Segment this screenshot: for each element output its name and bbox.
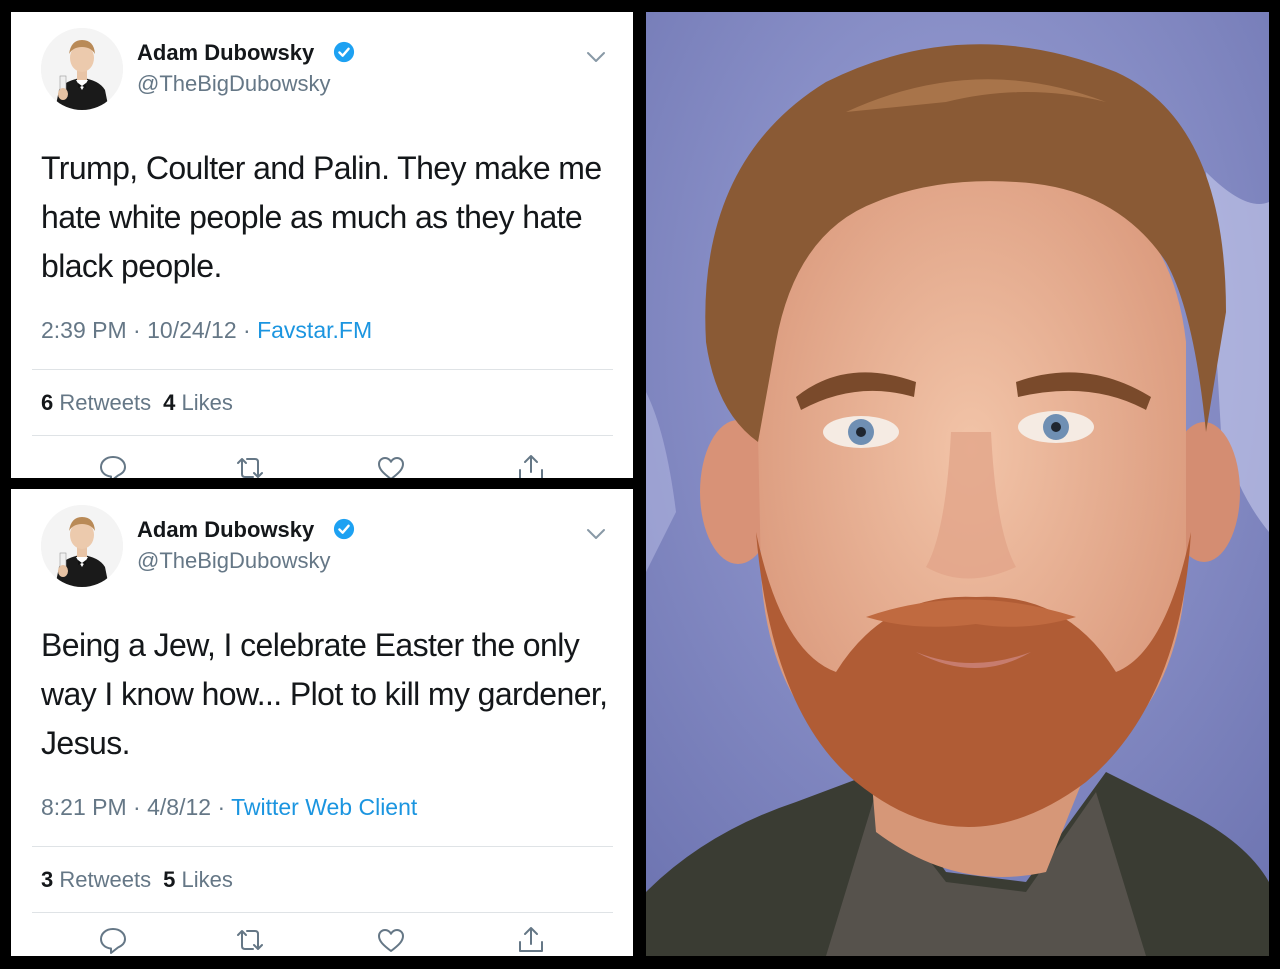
like-count: 4 [163,390,176,415]
meta-separator: · [236,317,258,343]
tweet-source-link[interactable]: Favstar.FM [257,317,372,343]
retweets-label: Retweets [59,390,152,415]
likes-label: Likes [181,867,233,892]
tweet-meta: 8:21 PM · 4/8/12 · Twitter Web Client [41,794,417,821]
display-name[interactable]: Adam Dubowsky [137,40,314,66]
likes-stat[interactable]: 4 Likes [163,390,233,415]
reply-icon[interactable] [97,452,129,478]
heart-icon[interactable] [375,924,407,956]
tweet-time[interactable]: 8:21 PM [41,794,127,820]
reply-icon[interactable] [97,924,129,956]
retweets-stat[interactable]: 6 Retweets [41,390,151,415]
meta-separator: · [126,794,148,820]
tweet-text: Being a Jew, I celebrate Easter the only… [41,627,608,761]
display-name[interactable]: Adam Dubowsky [137,517,314,543]
user-handle[interactable]: @TheBigDubowsky [137,71,331,97]
divider [32,846,613,847]
avatar[interactable] [41,28,123,110]
verified-badge-icon [333,41,355,63]
divider [32,369,613,370]
tweet-date[interactable]: 4/8/12 [147,794,211,820]
divider [32,435,613,436]
like-count: 5 [163,867,176,892]
tweet-time[interactable]: 2:39 PM [41,317,127,343]
share-icon[interactable] [515,452,547,478]
retweet-icon[interactable] [234,452,266,478]
divider [32,912,613,913]
tweet-date[interactable]: 10/24/12 [147,317,237,343]
retweet-icon[interactable] [234,924,266,956]
tweet-card[interactable]: Adam Dubowsky @TheBigDubowsky Being a Je… [11,489,633,956]
share-icon[interactable] [515,924,547,956]
chevron-down-icon[interactable] [585,527,607,541]
tweet-meta: 2:39 PM · 10/24/12 · Favstar.FM [41,317,372,344]
likes-label: Likes [181,390,233,415]
chevron-down-icon[interactable] [585,50,607,64]
engagement-counts: 6 Retweets 4 Likes [41,390,233,416]
likes-stat[interactable]: 5 Likes [163,867,233,892]
avatar[interactable] [41,505,123,587]
verified-badge-icon [333,518,355,540]
user-handle[interactable]: @TheBigDubowsky [137,548,331,574]
retweets-label: Retweets [59,867,152,892]
meta-separator: · [126,317,148,343]
meta-separator: · [211,794,232,820]
tweet-text: Trump, Coulter and Palin. They make me h… [41,150,602,284]
portrait-photo [646,12,1269,956]
heart-icon[interactable] [375,452,407,478]
retweet-count: 3 [41,867,54,892]
tweet-source-link[interactable]: Twitter Web Client [231,794,417,820]
tweet-card[interactable]: Adam Dubowsky @TheBigDubowsky Trump, Cou… [11,12,633,478]
retweets-stat[interactable]: 3 Retweets [41,867,151,892]
engagement-counts: 3 Retweets 5 Likes [41,867,233,893]
retweet-count: 6 [41,390,54,415]
